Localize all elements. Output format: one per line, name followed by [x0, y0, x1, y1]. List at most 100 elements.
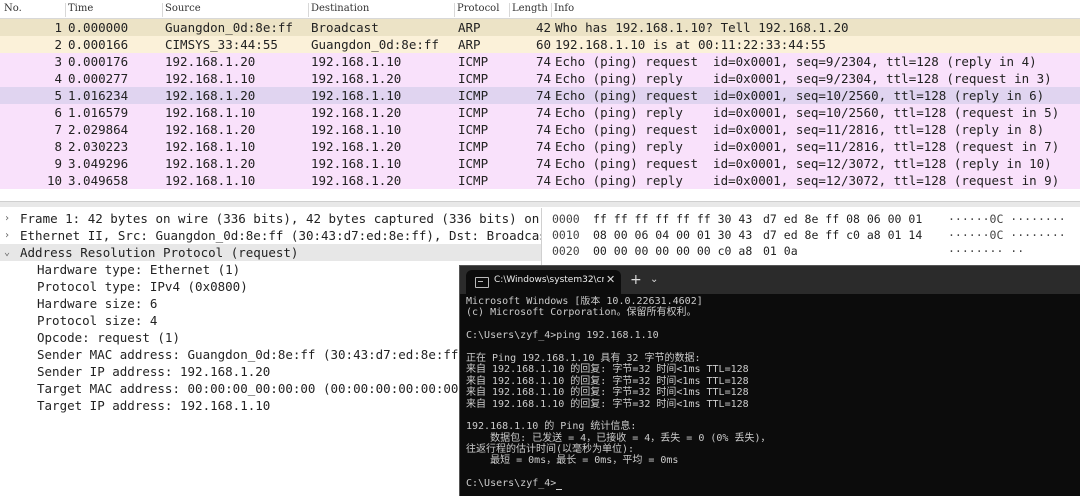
packet-row[interactable]: 8 2.030223 192.168.1.10 192.168.1.20 ICMP 74 E… [0, 138, 1080, 155]
chevron-right-icon[interactable]: › [4, 227, 14, 244]
console-line: C:\Users\zyf_4> [466, 478, 1076, 490]
packet-source: 192.168.1.10 [165, 71, 256, 86]
packet-length: 42 [535, 20, 551, 35]
packet-row[interactable]: 2 0.000166 CIMSYS_33:44:55 Guangdon_0d:8e:f… [0, 36, 1080, 53]
packet-no: 4 [54, 71, 62, 86]
console-line: 192.168.1.10 的 Ping 统计信息: [466, 421, 1076, 432]
chevron-down-icon[interactable]: ⌄ [4, 244, 14, 261]
packet-destination: 192.168.1.10 [311, 156, 402, 171]
packet-destination: 192.168.1.20 [311, 139, 402, 154]
console-line: 往返行程的估计时间(以毫秒为单位): [466, 444, 1076, 455]
packet-row[interactable]: 5 1.016234 192.168.1.20 192.168.1.10 ICMP 74 E… [0, 87, 1080, 104]
packet-bytes-pane[interactable]: 0000 ff ff ff ff ff ff 30 43 d7 ed 8e ff 0… [543, 208, 1080, 268]
packet-protocol: ICMP [458, 139, 489, 154]
packet-length: 74 [535, 88, 551, 103]
column-header-protocol[interactable]: Protocol [455, 3, 510, 17]
packet-time: 0.000000 [68, 20, 129, 35]
new-tab-button[interactable]: + [630, 272, 642, 288]
tree-item-label: Sender IP address: 192.168.1.20 [37, 364, 271, 379]
console-line-text: 来自 192.168.1.10 的回复: 字节=32 时间<1ms TTL=12… [466, 387, 749, 399]
hex-bytes: ff ff ff ff ff ff 30 43 [593, 212, 753, 226]
console-line: (c) Microsoft Corporation。保留所有权利。 [466, 307, 1076, 318]
packet-protocol: ICMP [458, 156, 489, 171]
column-header-destination[interactable]: Destination [309, 3, 455, 17]
tree-item-arp[interactable]: ⌄ Address Resolution Protocol (request) [0, 244, 541, 261]
console-line: Microsoft Windows [版本 10.0.22631.4602] [466, 296, 1076, 307]
packet-time: 3.049296 [68, 156, 129, 171]
hex-row[interactable]: 0000 ff ff ff ff ff ff 30 43 d7 ed 8e ff 0… [543, 211, 1080, 227]
hex-offset: 0020 [552, 244, 580, 258]
column-header-info[interactable]: Info [552, 3, 1080, 17]
hex-row[interactable]: 0020 00 00 00 00 00 00 c0 a8 01 0a ········… [543, 243, 1080, 259]
packet-time: 2.030223 [68, 139, 129, 154]
column-header-no[interactable]: No. [2, 3, 66, 17]
console-line-text: 来自 192.168.1.10 的回复: 字节=32 时间<1ms TTL=12… [466, 375, 749, 387]
column-header-length[interactable]: Length [510, 3, 552, 17]
packet-row[interactable]: 3 0.000176 192.168.1.20 192.168.1.10 ICMP 74 E… [0, 53, 1080, 70]
console-line: 来自 192.168.1.10 的回复: 字节=32 时间<1ms TTL=12… [466, 376, 1076, 387]
hex-ascii: ······0C ········ [948, 228, 1066, 242]
packet-row[interactable]: 7 2.029864 192.168.1.20 192.168.1.10 ICMP 74 E… [0, 121, 1080, 138]
console-line-text: 正在 Ping 192.168.1.10 具有 32 字节的数据: [466, 352, 701, 364]
packet-source: 192.168.1.10 [165, 173, 256, 188]
tree-item-label: Protocol size: 4 [37, 313, 158, 328]
tree-item-ethernet[interactable]: › Ethernet II, Src: Guangdon_0d:8e:ff (3… [0, 227, 541, 244]
packet-row[interactable]: 6 1.016579 192.168.1.10 192.168.1.20 ICMP 74 E… [0, 104, 1080, 121]
column-header-source[interactable]: Source [163, 3, 309, 17]
packet-protocol: ICMP [458, 71, 489, 86]
packet-time: 3.049658 [68, 173, 129, 188]
cmd-window[interactable]: C:\Windows\system32\cmd.exe ✕ + ⌄ Micros… [459, 265, 1080, 496]
packet-source: 192.168.1.20 [165, 156, 256, 171]
cmd-titlebar[interactable]: C:\Windows\system32\cmd.exe ✕ + ⌄ [460, 266, 1080, 294]
packet-row[interactable]: 10 3.049658 192.168.1.10 192.168.1.20 ICMP 74… [0, 172, 1080, 189]
tree-item-label: Frame 1: 42 bytes on wire (336 bits), 42… [20, 211, 540, 226]
packet-row[interactable]: 4 0.000277 192.168.1.10 192.168.1.20 ICMP 74 E… [0, 70, 1080, 87]
packet-no: 3 [54, 54, 62, 69]
packet-source: 192.168.1.10 [165, 139, 256, 154]
tree-item-label: Address Resolution Protocol (request) [20, 245, 299, 260]
packet-time: 0.000277 [68, 71, 129, 86]
hex-bytes: 08 00 06 04 00 01 30 43 [593, 228, 753, 242]
packet-length: 74 [535, 173, 551, 188]
horizontal-scrollbar[interactable] [0, 201, 1080, 207]
packet-source: 192.168.1.20 [165, 54, 256, 69]
close-icon[interactable]: ✕ [606, 273, 615, 286]
packet-info: Echo (ping) reply id=0x0001, seq=10/2560… [555, 105, 1060, 120]
packet-protocol: ICMP [458, 173, 489, 188]
cmd-console-output[interactable]: Microsoft Windows [版本 10.0.22631.4602] (c… [466, 296, 1076, 496]
packet-list[interactable]: No. Time Source Destination Protocol Len… [0, 0, 1080, 207]
chevron-right-icon[interactable]: › [4, 210, 14, 227]
packet-source: CIMSYS_33:44:55 [165, 37, 278, 52]
hex-offset: 0010 [552, 228, 580, 242]
packet-source: 192.168.1.20 [165, 122, 256, 137]
tree-item-label: Ethernet II, Src: Guangdon_0d:8e:ff (30:… [20, 228, 541, 243]
console-line: 来自 192.168.1.10 的回复: 字节=32 时间<1ms TTL=12… [466, 399, 1076, 410]
packet-destination: Broadcast [311, 20, 379, 35]
console-line: 数据包: 已发送 = 4，已接收 = 4，丢失 = 0 (0% 丢失)， [466, 433, 1076, 444]
packet-protocol: ARP [458, 37, 481, 52]
column-header-time[interactable]: Time [66, 3, 163, 17]
packet-source: 192.168.1.20 [165, 88, 256, 103]
cmd-tab[interactable]: C:\Windows\system32\cmd.exe ✕ [466, 270, 621, 294]
packet-time: 1.016234 [68, 88, 129, 103]
packet-protocol: ICMP [458, 105, 489, 120]
chevron-down-icon[interactable]: ⌄ [650, 274, 658, 285]
hex-row[interactable]: 0010 08 00 06 04 00 01 30 43 d7 ed 8e ff c… [543, 227, 1080, 243]
packet-row[interactable]: 1 0.000000 Guangdon_0d:8e:ff Broadcast ARP 42… [0, 19, 1080, 36]
packet-info: 192.168.1.10 is at 00:11:22:33:44:55 [555, 37, 826, 52]
console-line-text: 192.168.1.10 的 Ping 统计信息: [466, 421, 637, 433]
packet-no: 8 [54, 139, 62, 154]
packet-no: 7 [54, 122, 62, 137]
packet-info: Echo (ping) request id=0x0001, seq=11/28… [555, 122, 1045, 137]
packet-no: 6 [54, 105, 62, 120]
console-line-text: 来自 192.168.1.10 的回复: 字节=32 时间<1ms TTL=12… [466, 364, 749, 376]
console-line-text: C:\Users\zyf_4>ping 192.168.1.10 [466, 330, 659, 342]
packet-row[interactable]: 9 3.049296 192.168.1.20 192.168.1.10 ICMP 74 E… [0, 155, 1080, 172]
hex-bytes: d7 ed 8e ff 08 06 00 01 [763, 212, 923, 226]
packet-length: 74 [535, 139, 551, 154]
tree-item-frame[interactable]: › Frame 1: 42 bytes on wire (336 bits), … [0, 210, 541, 227]
packet-destination: 192.168.1.10 [311, 54, 402, 69]
